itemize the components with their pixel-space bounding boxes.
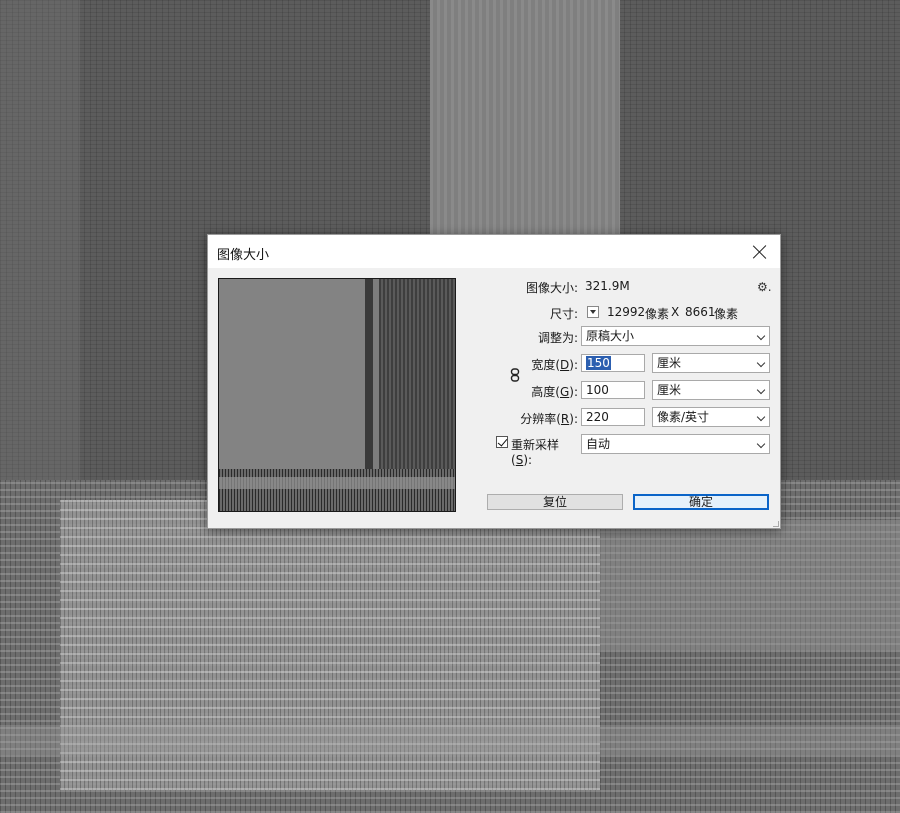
canvas-texture-band <box>430 0 620 240</box>
resize-grip[interactable] <box>773 521 779 527</box>
width-unit-select[interactable]: 厘米 <box>652 353 770 373</box>
dimensions-label: 尺寸: <box>549 307 578 321</box>
dialog-title: 图像大小 <box>217 248 270 263</box>
height-accesskey: G <box>559 385 570 399</box>
height-label-text: 高度 <box>531 385 556 399</box>
image-size-label: 图像大小: <box>525 281 578 295</box>
chevron-down-icon <box>756 412 766 422</box>
height-label: 高度(G): <box>531 385 578 399</box>
resolution-field[interactable]: 220 <box>581 408 645 426</box>
width-value: 150 <box>586 356 611 370</box>
dialog-titlebar[interactable]: 图像大小 <box>208 235 780 268</box>
height-field[interactable]: 100 <box>581 381 645 399</box>
fit-to-select[interactable]: 原稿大小 <box>581 326 770 346</box>
resolution-unit-value: 像素/英寸 <box>657 410 710 424</box>
resample-method-value: 自动 <box>586 437 611 451</box>
preview-region <box>219 279 367 474</box>
chevron-down-icon <box>756 358 766 368</box>
image-preview[interactable] <box>218 278 456 512</box>
height-unit-value: 厘米 <box>657 383 682 397</box>
resample-checkbox[interactable] <box>496 436 508 448</box>
image-size-value: 321.9M <box>585 279 630 293</box>
resolution-label: 分辨率(R): <box>520 412 578 426</box>
fit-to-label: 调整为: <box>537 331 578 345</box>
width-label: 宽度(D): <box>531 358 578 372</box>
resolution-accesskey: R <box>560 412 570 426</box>
chevron-down-icon <box>756 439 766 449</box>
preview-region <box>219 477 455 489</box>
reset-button[interactable]: 复位 <box>487 494 623 510</box>
width-field[interactable]: 150 <box>581 354 645 372</box>
dimensions-width-unit: 像素 <box>645 307 670 321</box>
dimensions-separator: X <box>671 305 680 319</box>
gear-icon[interactable]: ⚙. <box>757 280 772 294</box>
dimensions-width: 12992 <box>607 305 646 319</box>
width-label-text: 宽度 <box>531 358 556 372</box>
canvas-texture-band <box>0 725 900 755</box>
canvas-texture-band <box>600 520 900 650</box>
close-icon[interactable] <box>750 242 770 262</box>
dimensions-height-unit: 像素 <box>714 307 739 321</box>
chevron-down-icon <box>756 385 766 395</box>
resolution-unit-select[interactable]: 像素/英寸 <box>652 407 770 427</box>
resample-accesskey: S <box>515 453 524 467</box>
preview-region <box>219 469 455 511</box>
resample-label-text: 重新采样 <box>511 438 560 452</box>
resolution-label-text: 分辨率 <box>520 412 557 426</box>
dimensions-unit-dropdown[interactable] <box>587 306 599 318</box>
chevron-down-icon <box>756 331 766 341</box>
width-accesskey: D <box>560 358 570 372</box>
fit-to-value: 原稿大小 <box>586 329 635 343</box>
height-value: 100 <box>586 383 609 397</box>
height-unit-select[interactable]: 厘米 <box>652 380 770 400</box>
image-size-dialog: 图像大小 图像大小: 321.9M ⚙. 尺寸: 12992 像素 X 8661… <box>207 234 781 529</box>
dimensions-height: 8661 <box>685 305 716 319</box>
resolution-value: 220 <box>586 410 609 424</box>
resample-label: 重新采样(S): <box>511 438 560 467</box>
ok-button[interactable]: 确定 <box>633 494 769 510</box>
resample-method-select[interactable]: 自动 <box>581 434 770 454</box>
width-unit-value: 厘米 <box>657 356 682 370</box>
